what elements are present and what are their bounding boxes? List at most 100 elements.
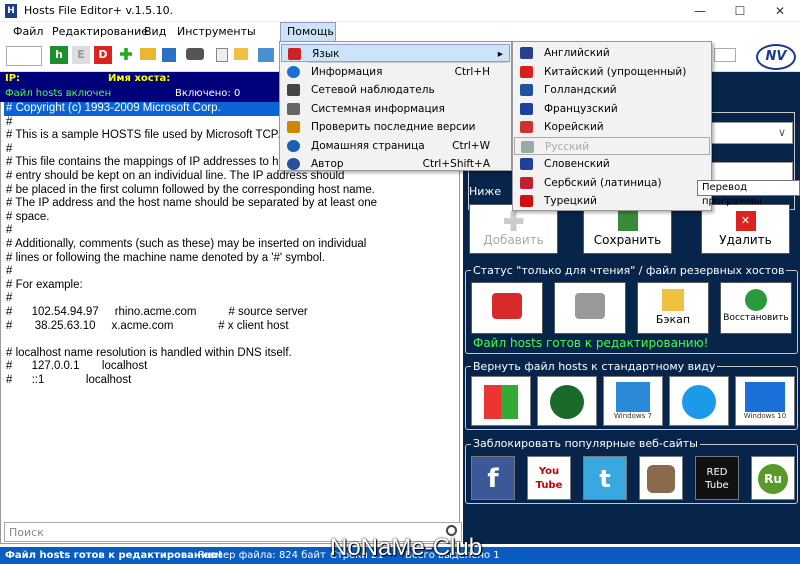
ready-status: Файл hosts готов к редактированию! <box>473 336 709 350</box>
hosts-line[interactable]: # 38.25.63.10 x.acme.com # x client host <box>6 320 446 334</box>
backup-button[interactable]: Бэкап <box>637 282 709 334</box>
help-menu-item-homepage[interactable]: Домашняя страница Ctrl+W <box>281 137 510 155</box>
maximize-button[interactable]: ☐ <box>720 0 760 22</box>
rutracker-block-button[interactable]: Ru <box>751 456 795 500</box>
menu-item-label: Язык <box>312 48 340 60</box>
language-label: Китайский (упрощенный) <box>544 65 687 78</box>
delete-button[interactable]: ✕ Удалить <box>701 204 790 254</box>
help-menu-dropdown: Язык ▸ Информация Ctrl+H Сетевой наблюдатель… <box>279 41 512 171</box>
author-icon <box>287 158 300 170</box>
menu-separator <box>308 62 508 63</box>
export-icon[interactable] <box>258 48 274 62</box>
hosts-line[interactable]: # <box>6 265 446 279</box>
author-logo-icon: NV <box>756 44 796 70</box>
language-item[interactable]: Словенский <box>514 155 710 173</box>
hosts-line[interactable]: # 102.54.94.97 rhino.acme.com # source s… <box>6 306 446 320</box>
profile-select[interactable] <box>6 46 42 66</box>
language-label: Сербский (латиница) <box>544 176 662 189</box>
add-icon <box>503 211 524 231</box>
font-select[interactable] <box>714 48 736 62</box>
reset-vista-button[interactable] <box>537 376 597 426</box>
help-menu-item-check-updates[interactable]: Проверить последние версии <box>281 118 510 136</box>
hosts-line[interactable]: # ::1 localhost <box>6 374 446 388</box>
help-menu-item-system-info[interactable]: Системная информация <box>281 100 510 118</box>
flag-icon <box>520 195 533 207</box>
facebook-block-button[interactable]: f <box>471 456 515 500</box>
language-item[interactable]: Французский <box>514 100 710 118</box>
redtube-block-button[interactable]: RED Tube <box>695 456 739 500</box>
menu-edit[interactable]: Редактирование <box>47 25 153 41</box>
language-item[interactable]: Сербский (латиница) <box>514 174 710 192</box>
hosts-line[interactable]: # <box>6 292 446 306</box>
restore-button[interactable]: Восстановить <box>720 282 792 334</box>
youtube-block-button[interactable]: You Tube <box>527 456 571 500</box>
globe-icon <box>287 139 300 152</box>
menu-help[interactable]: Помощь <box>280 22 336 42</box>
help-menu-item-network-monitor[interactable]: Сетевой наблюдатель <box>281 81 510 99</box>
reset-win7-button[interactable]: Windows 7 <box>603 376 663 426</box>
menu-item-label: Сетевой наблюдатель <box>311 84 435 96</box>
flag-icon <box>520 176 533 189</box>
hosts-line[interactable]: # be placed in the first column followed… <box>6 184 446 198</box>
hosts-line[interactable]: # localhost name resolution is handled w… <box>6 347 446 361</box>
win10-label: Windows 10 <box>743 412 787 420</box>
windows-vista-icon <box>550 385 584 419</box>
hosts-toggle-button[interactable]: h <box>50 46 68 64</box>
instagram-icon <box>647 465 675 493</box>
hosts-line[interactable]: # <box>6 224 446 238</box>
window-title: Hosts File Editor+ v.1.5.10. <box>24 4 174 17</box>
add-icon[interactable] <box>120 48 132 60</box>
menu-tools[interactable]: Инструменты <box>172 25 261 41</box>
hosts-line[interactable]: # 127.0.0.1 localhost <box>6 360 446 374</box>
language-item[interactable]: Русский <box>514 136 710 155</box>
menu-view[interactable]: Вид <box>139 25 171 41</box>
menu-item-shortcut: Ctrl+Shift+A <box>422 158 490 170</box>
language-label: Корейский <box>544 121 604 133</box>
minimize-button[interactable]: — <box>680 0 720 22</box>
find-icon[interactable] <box>186 48 204 60</box>
close-button[interactable]: ✕ <box>760 0 800 22</box>
language-item[interactable]: Турецкий <box>514 192 710 210</box>
update-icon <box>287 121 300 133</box>
lock-button[interactable] <box>471 282 543 334</box>
hosts-line[interactable]: # The IP address and the host name shoul… <box>6 197 446 211</box>
save-icon[interactable] <box>162 48 176 62</box>
disable-button[interactable]: D <box>94 46 112 64</box>
flag-icon <box>520 102 533 115</box>
hosts-line[interactable]: # lines or following the machine name de… <box>6 252 446 266</box>
open-icon[interactable] <box>140 48 156 60</box>
language-item[interactable]: Английский <box>514 44 710 62</box>
title-bar: H Hosts File Editor+ v.1.5.10. — ☐ ✕ <box>0 0 800 22</box>
hosts-line[interactable]: # Additionally, comments (such as these)… <box>6 238 446 252</box>
flag-icon <box>520 158 533 170</box>
reset-win10-button[interactable]: Windows 10 <box>735 376 795 426</box>
menu-item-shortcut: Ctrl+W <box>452 139 490 152</box>
help-menu-item-info[interactable]: Информация Ctrl+H <box>281 63 510 81</box>
hosts-line[interactable] <box>6 333 446 347</box>
flag-icon <box>520 47 533 59</box>
language-item[interactable]: Китайский (упрощенный) <box>514 63 710 81</box>
win7-label: Windows 7 <box>614 412 652 420</box>
folder-icon[interactable] <box>234 48 248 60</box>
unlock-button[interactable] <box>554 282 626 334</box>
help-menu-item-language[interactable]: Язык ▸ <box>281 44 510 62</box>
help-menu-item-author[interactable]: Автор Ctrl+Shift+A <box>281 155 510 173</box>
reset-winxp-button[interactable] <box>471 376 531 426</box>
add-button[interactable]: Добавить <box>469 204 558 254</box>
enable-button[interactable]: E <box>72 46 90 64</box>
twitter-block-button[interactable]: t <box>583 456 627 500</box>
hosts-line[interactable]: # For example: <box>6 279 446 293</box>
hosts-line[interactable]: # space. <box>6 211 446 225</box>
reset-win8-button[interactable] <box>669 376 729 426</box>
language-item[interactable]: Корейский <box>514 118 710 136</box>
language-item[interactable]: Голландский <box>514 81 710 99</box>
search-placeholder: Поиск <box>9 526 44 539</box>
menu-file[interactable]: Файл <box>8 25 48 41</box>
flag-icon <box>520 84 533 96</box>
save-button[interactable]: Сохранить <box>583 204 672 254</box>
copy-icon[interactable] <box>216 48 228 62</box>
block-sites-group-title: Заблокировать популярные веб-сайты <box>471 437 700 450</box>
info-icon <box>287 65 300 78</box>
instagram-block-button[interactable] <box>639 456 683 500</box>
enabled-count: Включено: 0 <box>175 88 241 99</box>
